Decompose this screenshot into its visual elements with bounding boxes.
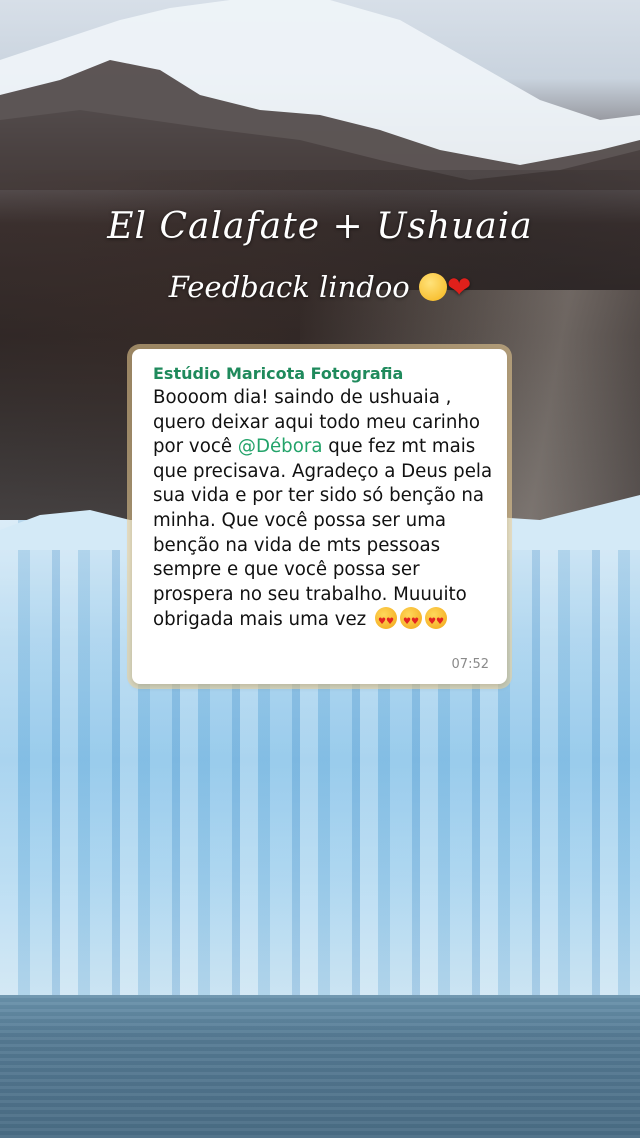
pleading-face-icon — [418, 273, 447, 301]
message-bubble: Estúdio Maricota Fotografia Boooom dia! … — [132, 349, 507, 684]
message-time: 07:52 — [451, 657, 489, 672]
red-heart-icon: ❤ — [446, 270, 472, 304]
story-subtitle: Feedback lindoo ❤ — [0, 270, 640, 304]
story-title: El Calafate + Ushuaia — [107, 206, 533, 247]
heart-eyes-icon — [375, 607, 398, 635]
lake-water — [0, 995, 640, 1138]
heart-eyes-icon — [400, 607, 423, 635]
message-text-end: que fez mt mais que precisava. Agradeço … — [153, 436, 493, 631]
heart-eyes-icon — [425, 607, 448, 635]
mention-link[interactable]: @Débora — [238, 436, 323, 457]
snow-peak — [0, 0, 640, 190]
subtitle-text: Feedback lindoo — [168, 270, 410, 304]
sender-name: Estúdio Maricota Fotografia — [153, 364, 404, 383]
message-text: Boooom dia! saindo de ushuaia , quero de… — [153, 386, 493, 635]
